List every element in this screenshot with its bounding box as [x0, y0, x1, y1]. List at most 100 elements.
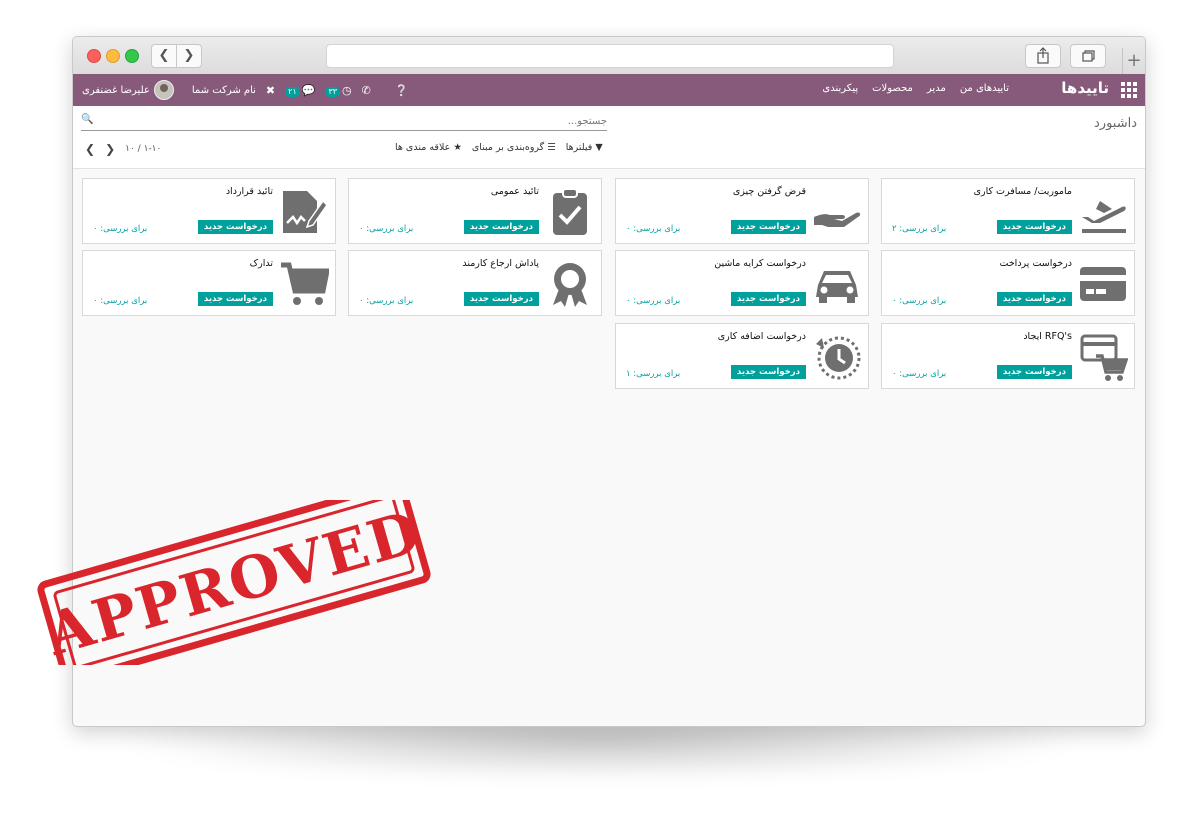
top-navbar: تاییدها تاییدهای من مدیر محصولات پیکربند…	[73, 74, 1145, 106]
search-bar: 🔍	[81, 114, 607, 131]
control-panel: داشبورد 🔍 ▼ فیلترها ☰ گروه‌بندی بر مبنای…	[73, 106, 1145, 169]
tabs-button[interactable]	[1070, 44, 1106, 68]
apps-menu-icon[interactable]	[1121, 82, 1137, 98]
card-title: درخواست پرداخت	[999, 258, 1072, 269]
search-icon[interactable]: 🔍	[81, 114, 93, 125]
approval-card[interactable]: پاداش ارجاع کارمند درخواست جدید برای برر…	[348, 250, 602, 316]
new-request-button[interactable]: درخواست جدید	[996, 220, 1072, 234]
contract-sign-icon	[283, 191, 328, 233]
to-review-link[interactable]: برای بررسی: ۰	[892, 369, 946, 379]
systray: علیرضا غضنفری نام شرکت شما ✖ ۲۱ 💬 ۳۳ ◷ ✆ ❔	[82, 78, 419, 102]
chevron-right-icon: ❯	[183, 48, 195, 63]
card-title: پاداش ارجاع کارمند	[462, 258, 539, 269]
to-review-link[interactable]: برای بررسی: ۰	[359, 296, 413, 306]
approval-card[interactable]: تائید عمومی درخواست جدید برای بررسی: ۰	[348, 178, 602, 244]
address-bar[interactable]	[326, 44, 894, 68]
minimize-window-button[interactable]	[106, 49, 120, 63]
new-request-button[interactable]: درخواست جدید	[463, 292, 539, 306]
approval-card[interactable]: درخواست کرایه ماشین درخواست جدید برای بر…	[615, 250, 869, 316]
new-request-button[interactable]: درخواست جدید	[996, 292, 1072, 306]
to-review-link[interactable]: برای بررسی: ۰	[626, 224, 680, 234]
groupby-button[interactable]: ☰ گروه‌بندی بر مبنای	[472, 142, 556, 153]
approval-card[interactable]: تائید قرارداد درخواست جدید برای بررسی: ۰	[82, 178, 336, 244]
card-title: تائید قرارداد	[225, 186, 273, 197]
cart-icon	[281, 262, 329, 305]
filters-button[interactable]: ▼ فیلترها	[566, 142, 603, 153]
new-request-button[interactable]: درخواست جدید	[730, 365, 806, 379]
back-button[interactable]: ❮	[151, 44, 177, 68]
to-review-link[interactable]: برای بررسی: ۱	[626, 369, 680, 379]
filters-label: فیلترها	[565, 142, 593, 153]
approval-card[interactable]: درخواست پرداخت درخواست جدید برای بررسی: …	[881, 250, 1135, 316]
to-review-link[interactable]: برای بررسی: ۰	[892, 296, 946, 306]
help-icon[interactable]: ❔	[395, 84, 409, 97]
share-icon	[1037, 47, 1049, 64]
approval-card[interactable]: ماموریت/ مسافرت کاری درخواست جدید برای ب…	[881, 178, 1135, 244]
card-title: درخواست کرایه ماشین	[714, 258, 806, 269]
favorites-label: علاقه مندی ها	[395, 142, 451, 153]
search-options: ▼ فیلترها ☰ گروه‌بندی بر مبنای ★ علاقه م…	[395, 142, 603, 153]
new-tab-button[interactable]: +	[1122, 48, 1145, 74]
share-button[interactable]	[1025, 44, 1061, 68]
star-icon: ★	[453, 142, 462, 153]
card-title: قرض گرفتن چیزی	[732, 186, 806, 197]
chevron-left-icon: ❮	[158, 48, 170, 63]
messages-count-badge: ۲۱	[285, 86, 300, 97]
to-review-link[interactable]: برای بررسی: ۰	[359, 224, 413, 234]
pager-total: ۱۰	[125, 144, 135, 154]
card-title: تدارک	[249, 258, 273, 269]
pager-next-button[interactable]: ❯	[105, 142, 115, 156]
filter-icon: ▼	[595, 142, 603, 153]
pager-range: ۱-۱۰	[143, 144, 162, 154]
groupby-label: گروه‌بندی بر مبنای	[471, 142, 545, 153]
pager: ❮ ❯ ۱۰ / ۱-۱۰	[85, 142, 161, 156]
phone-icon[interactable]: ✆	[362, 84, 371, 97]
messages-button[interactable]: ۲۱ 💬	[285, 84, 315, 97]
maximize-window-button[interactable]	[125, 49, 139, 63]
clipboard-check-icon	[553, 188, 587, 235]
list-icon: ☰	[547, 142, 556, 153]
pager-previous-button[interactable]: ❮	[85, 142, 95, 156]
plus-icon: +	[1126, 50, 1142, 71]
approval-card[interactable]: تدارک درخواست جدید برای بررسی: ۰	[82, 250, 336, 316]
card-title: درخواست اضافه کاری	[717, 331, 806, 342]
pager-value[interactable]: ۱۰ / ۱-۱۰	[125, 144, 161, 154]
activities-count-badge: ۳۳	[325, 86, 341, 97]
menu-item-configuration[interactable]: پیکربندی	[822, 83, 858, 94]
app-brand[interactable]: تاییدها	[1061, 79, 1109, 97]
approval-card[interactable]: درخواست اضافه کاری درخواست جدید برای برر…	[615, 323, 869, 389]
debug-tools-icon[interactable]: ✖	[266, 84, 275, 97]
new-request-button[interactable]: درخواست جدید	[197, 220, 273, 234]
approval-card[interactable]: قرض گرفتن چیزی درخواست جدید برای بررسی: …	[615, 178, 869, 244]
new-request-button[interactable]: درخواست جدید	[996, 365, 1072, 379]
new-request-button[interactable]: درخواست جدید	[730, 220, 806, 234]
new-request-button[interactable]: درخواست جدید	[197, 292, 273, 306]
new-request-button[interactable]: درخواست جدید	[463, 220, 539, 234]
chat-icon: 💬	[301, 83, 316, 97]
plane-icon	[1082, 201, 1126, 233]
favorites-button[interactable]: ★ علاقه مندی ها	[395, 142, 462, 153]
search-input[interactable]	[107, 114, 607, 128]
breadcrumb: داشبورد	[1094, 116, 1137, 131]
menu-item-products[interactable]: محصولات	[872, 83, 913, 94]
close-window-button[interactable]	[87, 49, 101, 63]
main-menu: تاییدهای من مدیر محصولات پیکربندی	[822, 83, 1009, 94]
to-review-link[interactable]: برای بررسی: ۰	[93, 224, 147, 234]
clock-icon: ◷	[342, 83, 352, 97]
user-name[interactable]: علیرضا غضنفری	[82, 85, 150, 96]
activities-button[interactable]: ۳۳ ◷	[325, 83, 352, 97]
card-title: RFQ's ایجاد	[1023, 331, 1072, 342]
menu-item-manager[interactable]: مدیر	[927, 83, 946, 94]
forward-button[interactable]: ❯	[176, 44, 202, 68]
hand-icon	[814, 212, 861, 227]
avatar[interactable]	[153, 80, 174, 100]
approved-stamp: APPROVED	[37, 500, 431, 665]
to-review-link[interactable]: برای بررسی: ۰	[93, 296, 147, 306]
to-review-link[interactable]: برای بررسی: ۲	[892, 224, 946, 234]
to-review-link[interactable]: برای بررسی: ۰	[626, 296, 680, 306]
company-switcher[interactable]: نام شرکت شما	[192, 85, 256, 96]
approval-card[interactable]: RFQ's ایجاد درخواست جدید برای بررسی: ۰	[881, 323, 1135, 389]
menu-item-my-approvals[interactable]: تاییدهای من	[960, 83, 1009, 94]
card-title: تائید عمومی	[490, 186, 539, 197]
new-request-button[interactable]: درخواست جدید	[730, 292, 806, 306]
